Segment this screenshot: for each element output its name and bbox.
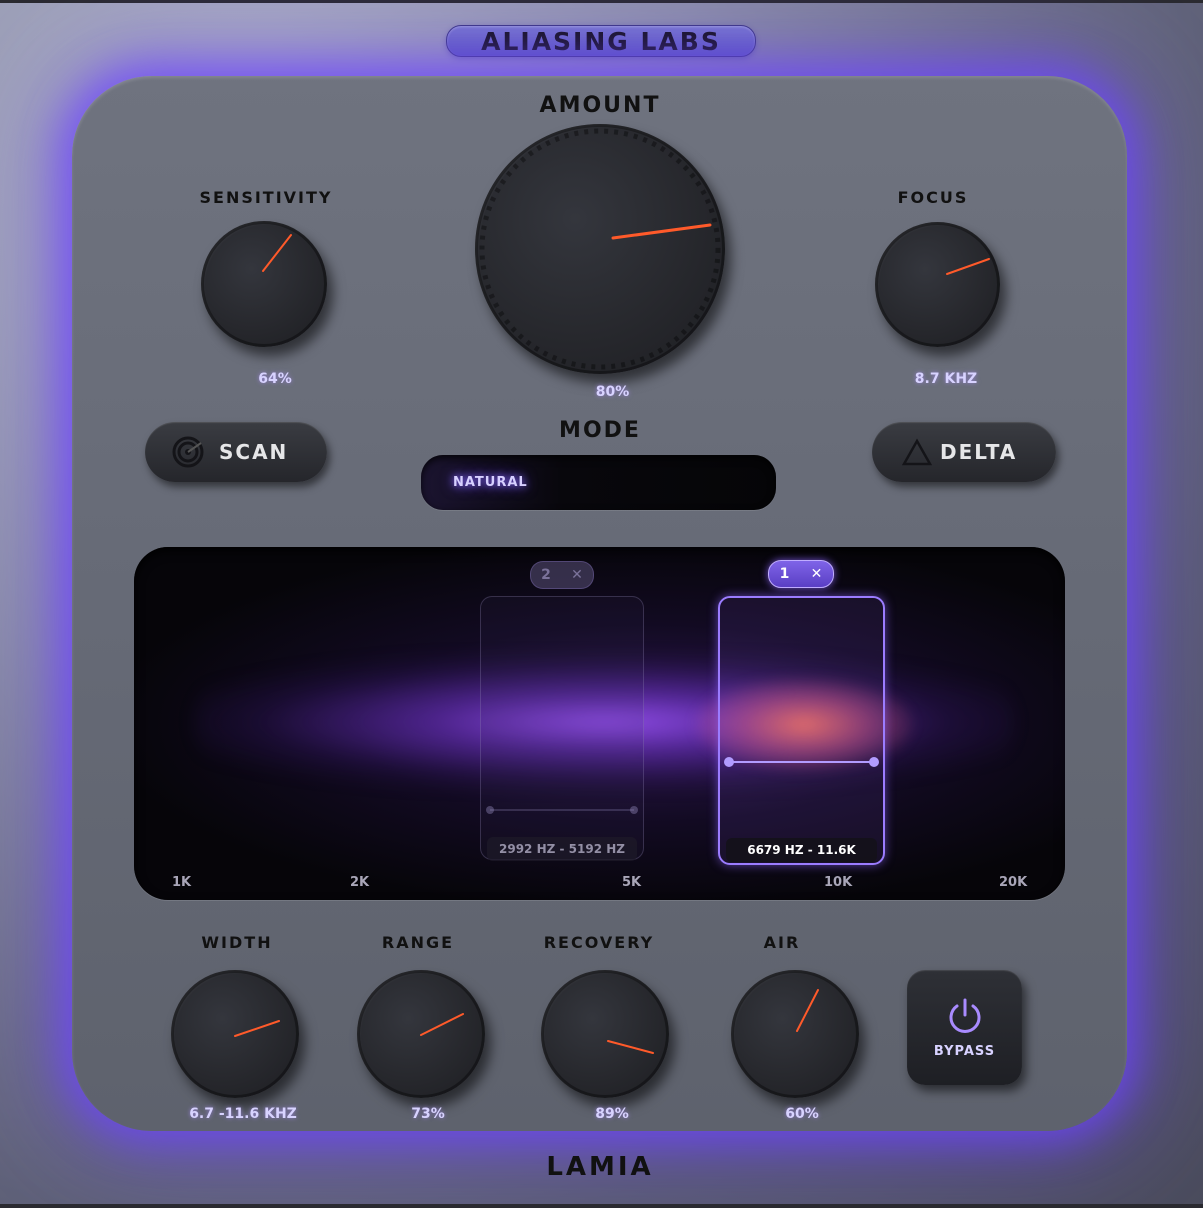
mode-label: MODE <box>559 418 641 443</box>
sensitivity-value: 64% <box>258 371 292 387</box>
scan-label: SCAN <box>219 440 289 464</box>
band-2-tag[interactable]: 2 ✕ <box>530 561 594 589</box>
amount-indicator <box>479 128 721 370</box>
amount-label: AMOUNT <box>539 93 661 118</box>
band-1-handle[interactable] <box>720 598 883 863</box>
focus-knob[interactable] <box>875 222 1000 347</box>
top-border <box>0 0 1203 3</box>
recovery-knob[interactable] <box>541 970 669 1098</box>
triangle-icon <box>902 438 932 466</box>
mode-selector[interactable]: NATURAL <box>421 455 776 510</box>
band-2-id: 2 <box>541 567 551 583</box>
bypass-label: BYPASS <box>933 1044 996 1059</box>
band-1-id: 1 <box>779 566 790 582</box>
air-value: 60% <box>785 1106 819 1122</box>
air-indicator <box>796 989 819 1032</box>
focus-value: 8.7 KHZ <box>914 371 978 387</box>
mode-option-natural[interactable]: NATURAL <box>453 475 528 490</box>
amount-knob[interactable] <box>475 124 725 374</box>
width-value: 6.7 -11.6 KHZ <box>189 1106 297 1122</box>
sensitivity-label: SENSITIVITY <box>199 188 333 207</box>
freq-label-10k: 10K <box>824 875 853 890</box>
brand-logo: ALIASING LABS <box>446 25 756 57</box>
recovery-indicator <box>607 1040 654 1054</box>
product-name: LAMIA <box>546 1152 654 1182</box>
range-label: RANGE <box>381 933 455 952</box>
focus-label: FOCUS <box>897 188 969 207</box>
band-1-close-icon[interactable]: ✕ <box>811 566 823 582</box>
sensitivity-knob[interactable] <box>201 221 327 347</box>
delta-button[interactable]: DELTA <box>872 422 1056 482</box>
recovery-label: RECOVERY <box>543 933 655 952</box>
range-indicator <box>420 1013 464 1036</box>
scan-button[interactable]: SCAN <box>145 422 327 482</box>
width-label: WIDTH <box>201 933 273 952</box>
band-1-tag[interactable]: 1 ✕ <box>768 560 834 588</box>
bottom-border <box>0 1204 1203 1208</box>
radar-icon <box>172 436 204 468</box>
delta-label: DELTA <box>940 440 1018 464</box>
freq-label-20k: 20K <box>999 875 1028 890</box>
air-label: AIR <box>763 933 801 952</box>
power-icon <box>949 998 981 1033</box>
width-knob[interactable] <box>171 970 299 1098</box>
sensitivity-indicator <box>262 234 292 272</box>
band-1-region[interactable]: 6679 HZ - 11.6K <box>718 596 885 865</box>
spectrum-display[interactable]: 2 ✕ 2992 HZ - 5192 HZ 1 ✕ 6679 HZ - 11.6… <box>134 547 1065 900</box>
band-2-handle[interactable] <box>481 597 643 859</box>
band-2-range: 2992 HZ - 5192 HZ <box>487 837 637 861</box>
band-1-range: 6679 HZ - 11.6K <box>726 838 877 862</box>
band-2-region[interactable]: 2992 HZ - 5192 HZ <box>480 596 644 861</box>
bypass-button[interactable]: BYPASS <box>907 970 1022 1085</box>
width-indicator <box>234 1020 280 1037</box>
band-2-close-icon[interactable]: ✕ <box>571 567 583 583</box>
focus-indicator <box>946 258 990 275</box>
freq-label-2k: 2K <box>350 875 370 890</box>
freq-label-5k: 5K <box>622 875 642 890</box>
amount-value: 80% <box>595 384 630 400</box>
range-knob[interactable] <box>357 970 485 1098</box>
range-value: 73% <box>411 1106 445 1122</box>
air-knob[interactable] <box>731 970 859 1098</box>
freq-label-1k: 1K <box>172 875 192 890</box>
recovery-value: 89% <box>595 1106 629 1122</box>
